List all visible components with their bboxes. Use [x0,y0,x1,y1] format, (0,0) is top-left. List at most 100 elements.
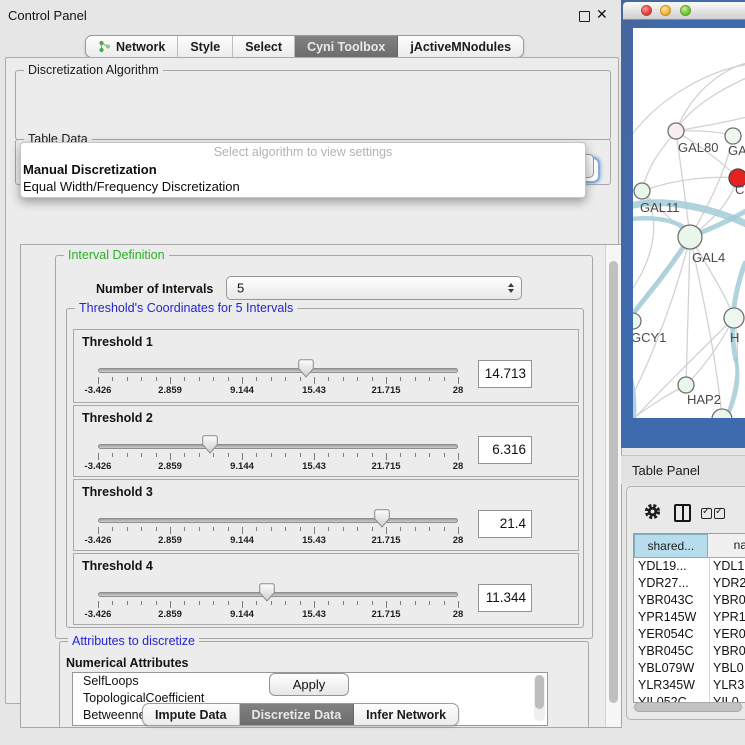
scrollbar-thumb[interactable] [634,702,742,712]
tab-jactivemnodules[interactable]: jActiveMNodules [398,36,523,57]
slider-track[interactable] [98,518,458,523]
number-of-intervals-combobox[interactable]: 5 [226,276,522,300]
cell-name[interactable]: YPR1 [710,609,745,626]
slider-track[interactable] [98,368,458,373]
threshold-coordinates-group: Threshold's Coordinates for 5 Intervals … [66,308,584,628]
tab-impute-data[interactable]: Impute Data [143,704,240,725]
tab-label: Cyni Toolbox [307,40,385,54]
cell-shared-name[interactable]: YLR345W [634,677,710,694]
network-node-gal4[interactable] [678,225,702,249]
cell-name[interactable]: YBL0 [710,660,745,677]
network-node-label: GCY1 [633,330,666,345]
slider-thumb[interactable] [202,435,218,454]
checkbox-icon[interactable] [714,508,725,519]
zoom-traffic-light-icon[interactable] [680,5,691,16]
cell-shared-name[interactable]: YDL19... [634,558,710,575]
float-window-icon[interactable] [579,11,590,22]
threshold-value-field[interactable]: 14.713 [478,360,532,388]
network-icon [98,40,111,53]
tab-label: Network [116,40,165,54]
network-view[interactable]: GAL80GACGAL11GAL4GCY1HHAP2 [633,28,745,418]
table-panel: shared... na YDL19...YDL1YDR27...YDR2YBR… [626,486,745,720]
control-panel-titlebar: Control Panel ✕ [0,0,620,30]
threshold-value-field[interactable]: 11.344 [478,584,532,612]
algorithm-option-manual-discretization[interactable]: Manual Discretization [21,161,585,178]
scrollbar-thumb[interactable] [609,261,618,703]
network-graph[interactable]: GAL80GACGAL11GAL4GCY1HHAP2 [633,28,745,418]
cell-name[interactable]: YLR3 [710,677,745,694]
table-row[interactable]: YDL19...YDL1 [634,558,745,575]
table-row[interactable]: YDR27...YDR2 [634,575,745,592]
numerical-attributes-label: Numerical Attributes [66,656,188,670]
network-node-ga[interactable] [725,128,741,144]
tab-label: Impute Data [155,708,227,722]
network-node-label: HAP2 [687,392,721,407]
close-icon[interactable]: ✕ [596,6,608,23]
table-row[interactable]: YLR345WYLR3 [634,677,745,694]
cell-shared-name[interactable]: YER054C [634,626,710,643]
tab-network[interactable]: Network [86,36,178,57]
table-row[interactable]: YBR043CYBR0 [634,592,745,609]
slider-thumb[interactable] [374,509,390,528]
slider-track[interactable] [98,444,458,449]
tab-cyni-toolbox[interactable]: Cyni Toolbox [295,36,398,57]
network-node-gal11[interactable] [634,183,650,199]
network-window: GAL80GACGAL11GAL4GCY1HHAP2 [621,0,745,448]
apply-button[interactable]: Apply [269,673,349,696]
slider-thumb[interactable] [298,359,314,378]
tab-select[interactable]: Select [233,36,295,57]
discretization-algorithm-group-title: Discretization Algorithm [24,63,163,77]
table-row[interactable]: YPR145WYPR1 [634,609,745,626]
interval-definition-group: Interval Definition Number of Intervals … [55,255,593,639]
column-header-name[interactable]: na [708,534,745,558]
table-horizontal-scrollbar[interactable] [634,702,744,711]
attributes-list-scrollbar[interactable] [534,675,545,721]
cell-name[interactable]: YBR0 [710,592,745,609]
checkbox-icon[interactable] [701,508,712,519]
slider-thumb[interactable] [259,583,275,602]
cell-name[interactable]: YDR2 [710,575,745,592]
interval-definition-group-title: Interval Definition [64,248,169,262]
tab-label: Discretize Data [252,708,342,722]
column-header-shared-name[interactable]: shared... [634,534,708,558]
cell-shared-name[interactable]: YDR27... [634,575,710,592]
cyni-bottom-tabbar: Impute Data Discretize Data Infer Network [142,703,459,726]
control-panel-tabbar: Network StyleSelect Cyni Toolbox jActiveMNo… [85,35,524,58]
table-header-row: shared... na [634,534,745,558]
tab-discretize-data[interactable]: Discretize Data [240,704,355,725]
cell-shared-name[interactable]: YBR045C [634,643,710,660]
slider-track[interactable] [98,592,458,597]
table-row[interactable]: YER054CYER0 [634,626,745,643]
cell-name[interactable]: YDL1 [710,558,745,575]
threshold-value-field[interactable]: 21.4 [478,510,532,538]
network-node-gal80[interactable] [668,123,684,139]
algorithm-option-equal-width-frequency-discretization[interactable]: Equal Width/Frequency Discretization [21,178,585,195]
table-row[interactable]: YBL079WYBL0 [634,660,745,677]
cell-name[interactable]: YER0 [710,626,745,643]
threshold-value-field[interactable]: 6.316 [478,436,532,464]
minimize-traffic-light-icon[interactable] [660,5,671,16]
network-node-label: H [730,330,739,345]
gear-icon[interactable] [644,503,661,520]
network-window-titlebar [623,2,745,20]
close-traffic-light-icon[interactable] [641,5,652,16]
network-node-label: C [735,182,744,197]
cell-shared-name[interactable]: YPR145W [634,609,710,626]
node-table[interactable]: shared... na YDL19...YDL1YDR27...YDR2YBR… [633,533,745,703]
network-node-hap2[interactable] [678,377,694,393]
network-node-h[interactable] [724,308,744,328]
cell-shared-name[interactable]: YBL079W [634,660,710,677]
settings-scrollbar[interactable] [605,245,621,727]
scrollbar-thumb[interactable] [535,675,544,709]
table-row[interactable]: YBR045CYBR0 [634,643,745,660]
tab-style[interactable]: Style [178,36,233,57]
number-of-intervals-label: Number of Intervals [96,282,213,296]
network-node-gcy1[interactable] [633,313,641,329]
cell-shared-name[interactable]: YBR043C [634,592,710,609]
slider-ticks [98,377,459,385]
columns-icon[interactable] [674,504,691,522]
algorithm-dropdown-prompt: Select algorithm to view settings [21,143,585,161]
cell-name[interactable]: YBR0 [710,643,745,660]
network-edge [676,62,745,131]
tab-infer-network[interactable]: Infer Network [354,704,458,725]
